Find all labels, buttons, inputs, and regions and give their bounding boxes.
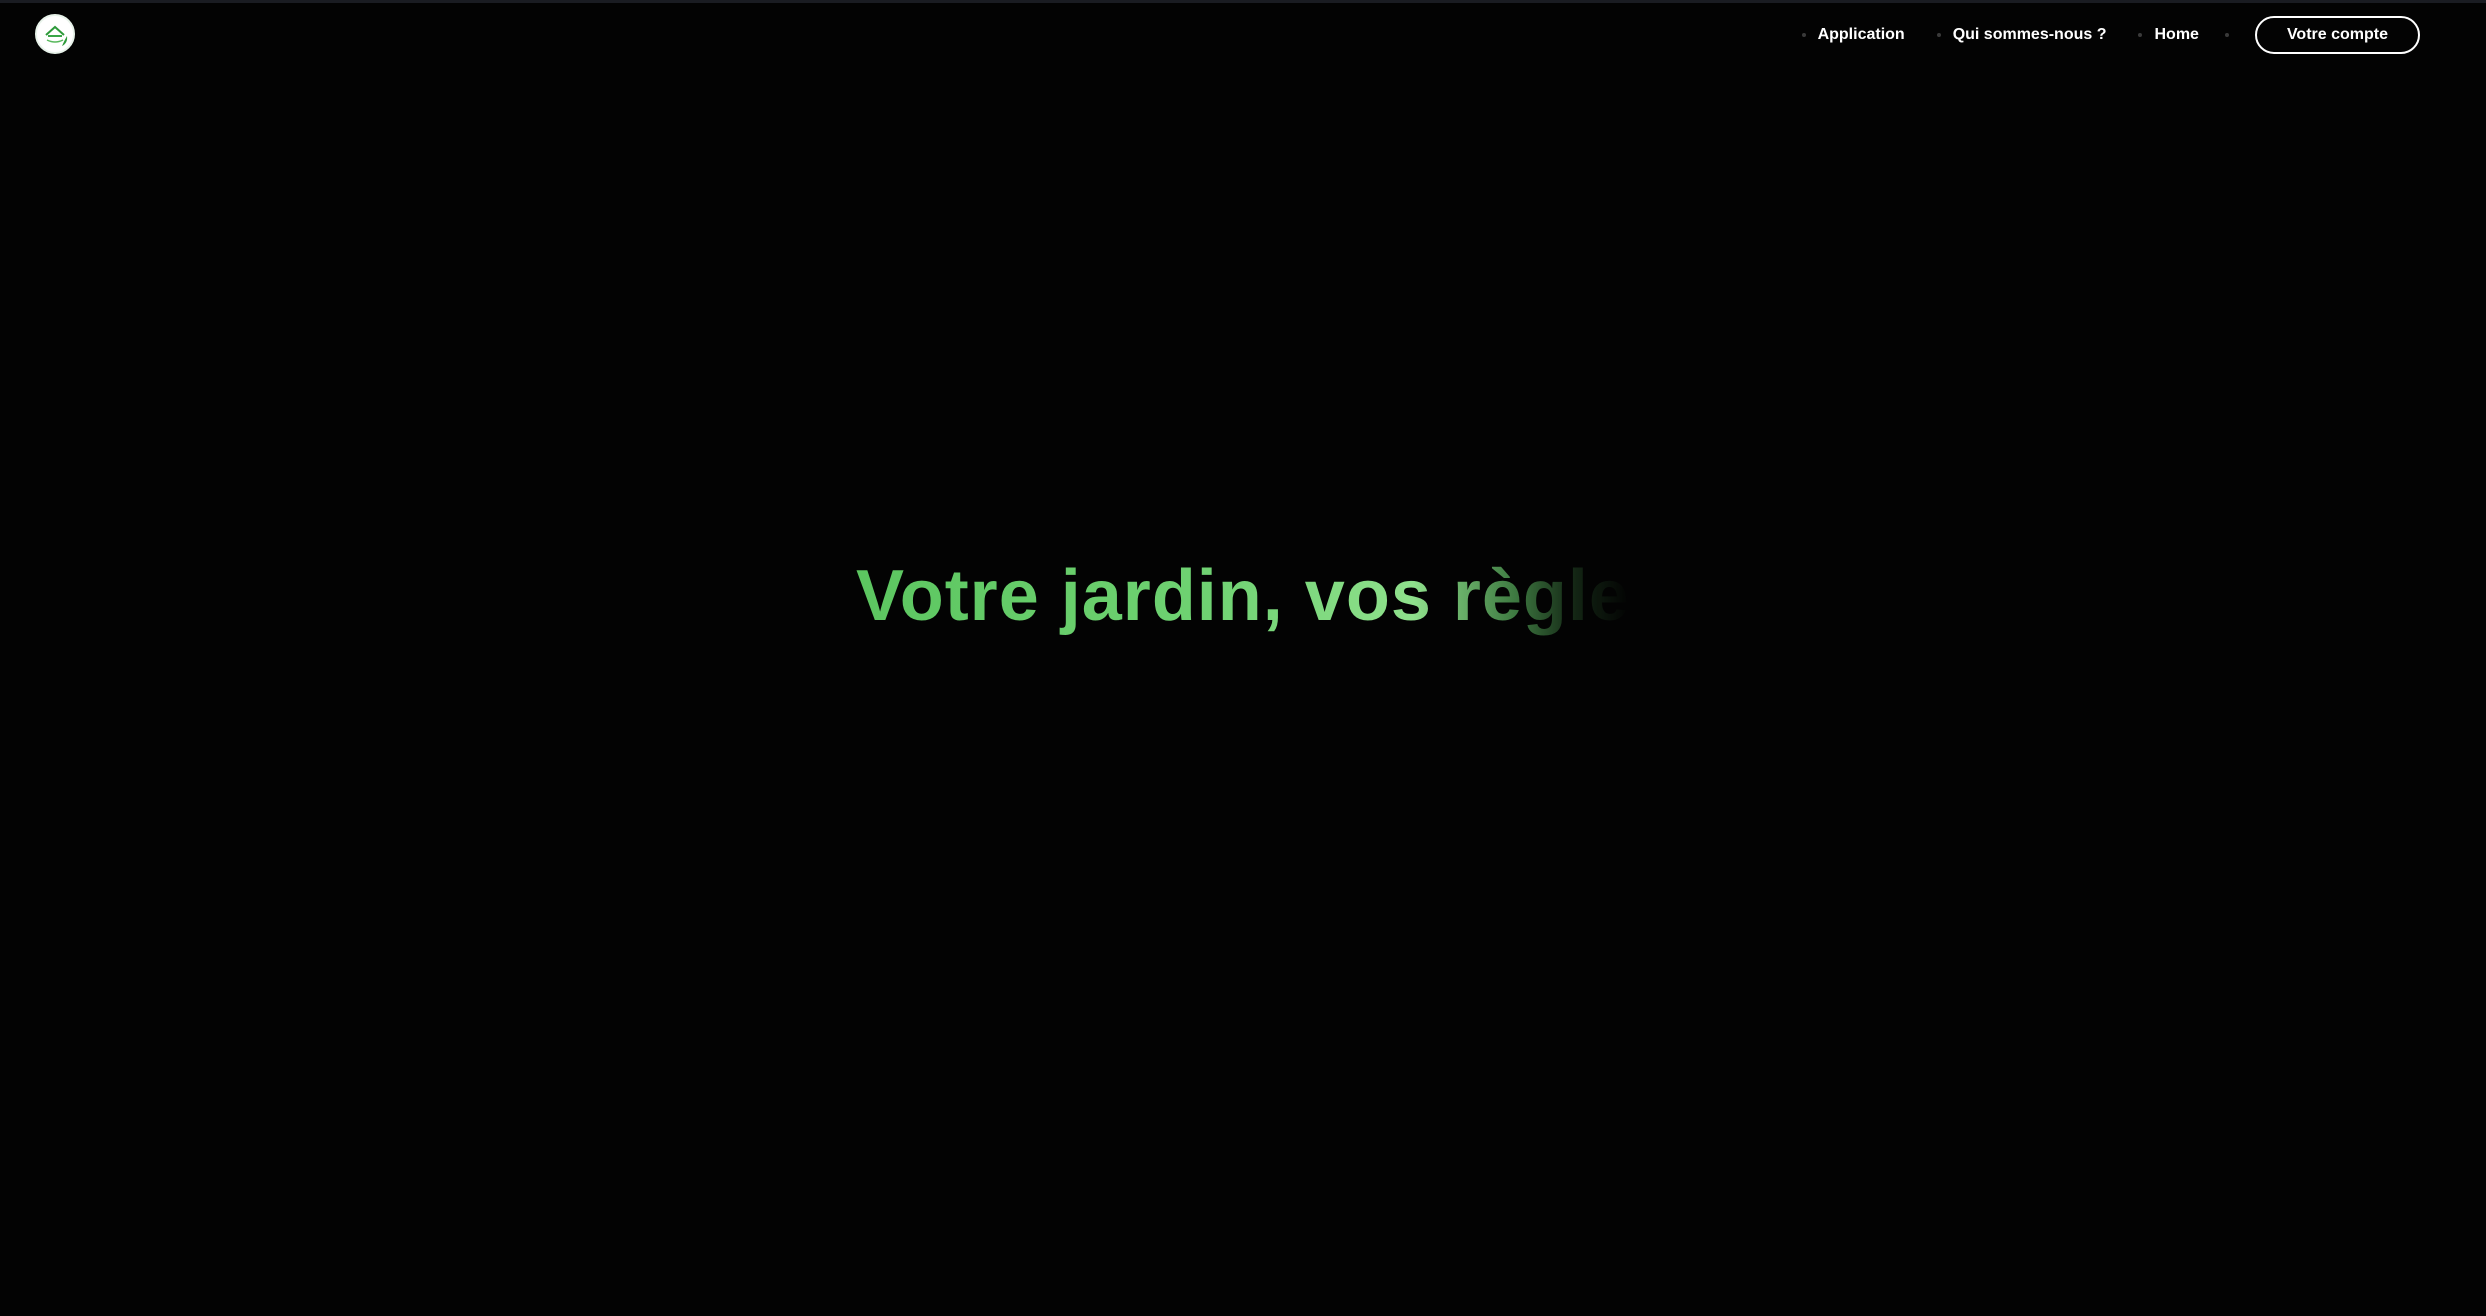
nav-item-label: Home	[2154, 26, 2199, 43]
hero: Votre jardin, vos règle	[0, 555, 2486, 637]
navbar: Application Qui sommes-nous ? Home Votre…	[0, 3, 2486, 67]
main-nav: Application Qui sommes-nous ? Home Votre…	[1770, 14, 2420, 56]
nav-item-about[interactable]: Qui sommes-nous ?	[1936, 26, 2107, 44]
bullet-icon	[2224, 33, 2229, 37]
hero-title: Votre jardin, vos règle	[856, 556, 1630, 636]
nav-account-wrapper	[2224, 33, 2241, 37]
account-button[interactable]: Votre compte	[2254, 16, 2420, 54]
bullet-icon	[1801, 33, 1806, 37]
garden-logo-icon[interactable]	[35, 14, 75, 54]
bullet-icon	[1936, 33, 1941, 37]
nav-item-application[interactable]: Application	[1801, 26, 1905, 44]
nav-item-home[interactable]: Home	[2138, 26, 2199, 44]
page: Application Qui sommes-nous ? Home Votre…	[0, 0, 2486, 1316]
nav-item-label: Application	[1817, 26, 1905, 43]
bullet-icon	[2138, 33, 2143, 37]
nav-item-label: Qui sommes-nous ?	[1952, 26, 2107, 43]
